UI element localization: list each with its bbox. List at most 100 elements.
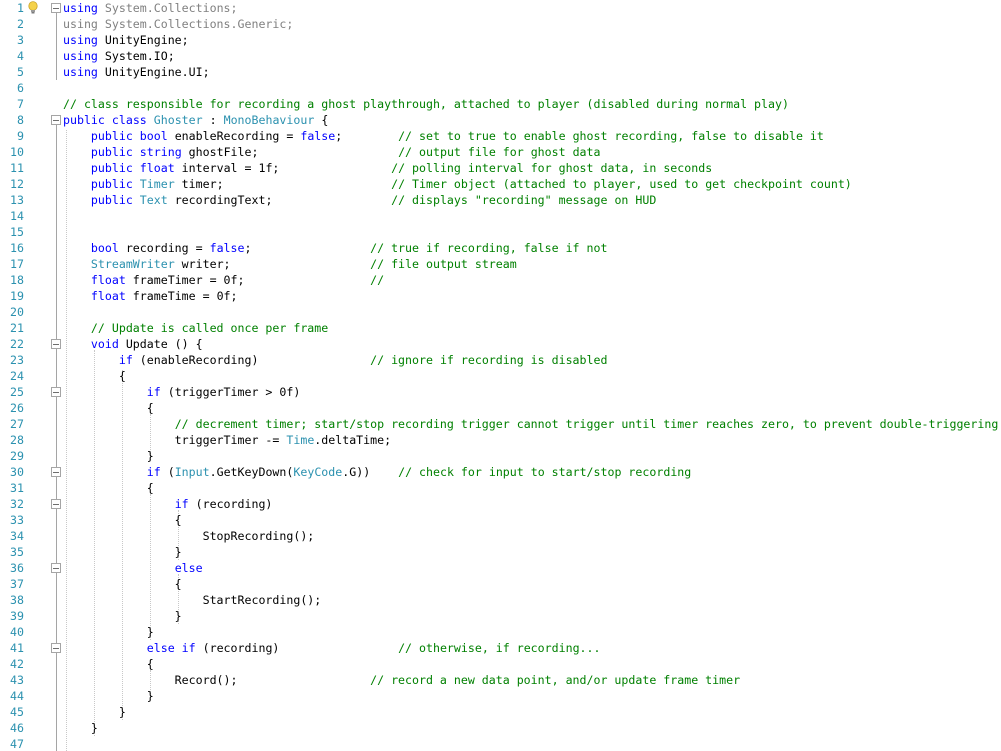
code-line[interactable]: 6	[0, 80, 1001, 96]
keyword-token: using	[63, 49, 98, 63]
code-text: if (Input.GetKeyDown(KeyCode.G)) // chec…	[63, 464, 692, 480]
line-number: 5	[17, 65, 24, 79]
comment-token: // set to true to enable ghost recording…	[398, 129, 824, 143]
code-line[interactable]: 12 public Timer timer; // Timer object (…	[0, 176, 1001, 192]
code-line[interactable]: 39 }	[0, 608, 1001, 624]
line-number: 28	[10, 433, 24, 447]
code-line[interactable]: 37 {	[0, 576, 1001, 592]
code-line[interactable]: 33 {	[0, 512, 1001, 528]
text-token: recordingText;	[167, 193, 392, 207]
code-line[interactable]: 42 {	[0, 656, 1001, 672]
collapse-icon[interactable]	[51, 387, 61, 397]
code-text: public Timer timer; // Timer object (att…	[63, 176, 852, 192]
code-line[interactable]: 27 // decrement timer; start/stop record…	[0, 416, 1001, 432]
code-line[interactable]: 18 float frameTimer = 0f; //	[0, 272, 1001, 288]
line-number: 39	[10, 609, 24, 623]
line-number: 38	[10, 593, 24, 607]
code-line[interactable]: 32 if (recording)	[0, 496, 1001, 512]
collapse-icon[interactable]	[51, 115, 61, 125]
code-text: }	[63, 448, 154, 464]
code-line[interactable]: 11 public float interval = 1f; // pollin…	[0, 160, 1001, 176]
code-line[interactable]: 36 else	[0, 560, 1001, 576]
keyword-token: public	[90, 145, 133, 159]
keyword-token: false	[209, 241, 245, 255]
code-text: else	[63, 560, 203, 576]
code-line[interactable]: 47	[0, 736, 1001, 751]
collapse-icon[interactable]	[51, 499, 61, 509]
collapse-icon[interactable]	[51, 563, 61, 573]
code-line[interactable]: 9 public bool enableRecording = false; /…	[0, 128, 1001, 144]
code-line[interactable]: 5 using UnityEngine.UI;	[0, 64, 1001, 80]
keyword-token: if	[181, 641, 196, 655]
code-line[interactable]: 4 using System.IO;	[0, 48, 1001, 64]
code-text: public class Ghoster : MonoBehaviour {	[63, 112, 328, 128]
code-line[interactable]: 17 StreamWriter writer; // file output s…	[0, 256, 1001, 272]
text-token: (enableRecording)	[132, 353, 371, 367]
code-line[interactable]: 8 public class Ghoster : MonoBehaviour {	[0, 112, 1001, 128]
type-token: Timer	[139, 177, 175, 191]
line-number: 43	[10, 673, 24, 687]
code-line[interactable]: 23 if (enableRecording) // ignore if rec…	[0, 352, 1001, 368]
code-line[interactable]: 19 float frameTime = 0f;	[0, 288, 1001, 304]
collapse-icon[interactable]	[51, 643, 61, 653]
code-line[interactable]: 35 }	[0, 544, 1001, 560]
text-token: {	[63, 369, 126, 383]
collapse-icon[interactable]	[51, 3, 61, 13]
code-text: {	[63, 512, 182, 528]
code-line[interactable]: 41 else if (recording) // otherwise, if …	[0, 640, 1001, 656]
code-line[interactable]: 26 {	[0, 400, 1001, 416]
code-line[interactable]: 24 {	[0, 368, 1001, 384]
code-text: using System.Collections.Generic;	[63, 16, 293, 32]
code-line[interactable]: 43 Record(); // record a new data point,…	[0, 672, 1001, 688]
code-text: StopRecording();	[63, 528, 315, 544]
code-line[interactable]: 44 }	[0, 688, 1001, 704]
code-line[interactable]: 22 void Update () {	[0, 336, 1001, 352]
code-line[interactable]: 28 triggerTimer -= Time.deltaTime;	[0, 432, 1001, 448]
code-line[interactable]: 13 public Text recordingText; // display…	[0, 192, 1001, 208]
line-number: 47	[10, 737, 24, 751]
comment-token: // check for input to start/stop recordi…	[398, 465, 692, 479]
code-line[interactable]: 31 {	[0, 480, 1001, 496]
code-line[interactable]: 30 if (Input.GetKeyDown(KeyCode.G)) // c…	[0, 464, 1001, 480]
code-line[interactable]: 7 // class responsible for recording a gh…	[0, 96, 1001, 112]
text-token: }	[63, 625, 154, 639]
line-number: 34	[10, 529, 24, 543]
code-line[interactable]: 38 StartRecording();	[0, 592, 1001, 608]
type-token: Time	[286, 433, 315, 447]
code-line[interactable]: 3 using UnityEngine;	[0, 32, 1001, 48]
code-line[interactable]: 1 using System.Collections;	[0, 0, 1001, 16]
code-line[interactable]: 10 public string ghostFile; // output fi…	[0, 144, 1001, 160]
code-line[interactable]: 21 // Update is called once per frame	[0, 320, 1001, 336]
code-line[interactable]: 29 }	[0, 448, 1001, 464]
code-editor[interactable]: 1 using System.Collections; 2 using System.…	[0, 0, 1001, 751]
text-token: .GetKeyDown(	[209, 465, 294, 479]
code-line[interactable]: 15	[0, 224, 1001, 240]
text-token: {	[63, 401, 154, 415]
collapse-icon[interactable]	[51, 467, 61, 477]
collapse-icon[interactable]	[51, 339, 61, 349]
code-text: // decrement timer; start/stop recording…	[63, 416, 999, 432]
code-line[interactable]: 34 StopRecording();	[0, 528, 1001, 544]
code-text: triggerTimer -= Time.deltaTime;	[63, 432, 391, 448]
line-number: 32	[10, 497, 24, 511]
code-line[interactable]: 20	[0, 304, 1001, 320]
code-line[interactable]: 40 }	[0, 624, 1001, 640]
code-line[interactable]: 14	[0, 208, 1001, 224]
line-number: 2	[17, 17, 24, 31]
code-line[interactable]: 46 }	[0, 720, 1001, 736]
line-number: 22	[10, 337, 24, 351]
line-number: 36	[10, 561, 24, 575]
code-line[interactable]: 2 using System.Collections.Generic;	[0, 16, 1001, 32]
code-line[interactable]: 16 bool recording = false; // true if re…	[0, 240, 1001, 256]
code-line[interactable]: 45 }	[0, 704, 1001, 720]
line-number: 10	[10, 145, 24, 159]
code-line[interactable]: 25 if (triggerTimer > 0f)	[0, 384, 1001, 400]
text-token: ;	[335, 129, 399, 143]
code-text: public float interval = 1f; // polling i…	[63, 160, 712, 176]
